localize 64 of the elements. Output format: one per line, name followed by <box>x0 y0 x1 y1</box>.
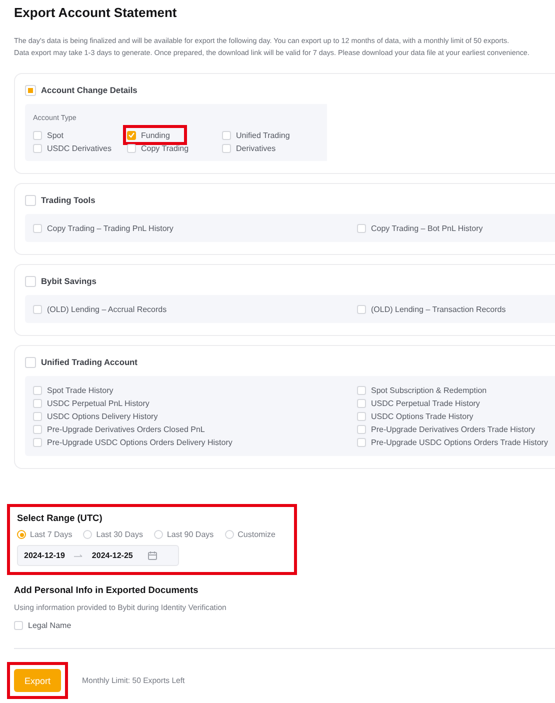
radio-button[interactable] <box>83 530 92 539</box>
option-label: USDC Perpetual PnL History <box>47 398 150 408</box>
checkbox[interactable] <box>127 130 136 140</box>
section-title: Trading Tools <box>41 195 96 205</box>
checkbox[interactable] <box>25 356 36 368</box>
option-label: USDC Options Delivery History <box>47 412 158 420</box>
option-label: Spot Subscription & Redemption <box>371 386 487 394</box>
checkbox[interactable] <box>33 412 42 420</box>
checkbox[interactable] <box>25 194 36 206</box>
radio-button[interactable] <box>154 530 163 539</box>
option-label: Derivatives <box>236 144 276 152</box>
checkbox[interactable] <box>33 130 42 140</box>
radio-label: Last 90 Days <box>166 530 214 539</box>
checkbox[interactable] <box>357 224 366 232</box>
option-label: Funding <box>141 130 170 140</box>
radio-button[interactable] <box>17 530 26 539</box>
radio-label: Customize <box>238 530 276 539</box>
section-title: Account Change Details <box>41 85 138 95</box>
checkbox[interactable] <box>33 424 42 434</box>
section-heading: Select Range (UTC) <box>17 513 104 523</box>
radio-label: Last 30 Days <box>96 530 143 539</box>
checkbox[interactable] <box>357 304 366 314</box>
checkbox[interactable] <box>357 412 366 420</box>
check-icon <box>128 132 135 138</box>
option-label: Copy Trading – Bot PnL History <box>371 224 483 232</box>
checkbox[interactable] <box>25 84 36 96</box>
checkbox[interactable] <box>222 130 231 140</box>
radio-button[interactable] <box>224 530 234 539</box>
option-label: Spot <box>47 130 64 140</box>
checkbox[interactable] <box>357 386 366 394</box>
section-title: Unified Trading Account <box>41 357 138 367</box>
option-label: Unified Trading <box>236 130 290 140</box>
checkbox[interactable] <box>33 144 42 152</box>
page-title: Export Account Statement <box>14 5 178 21</box>
checkbox[interactable] <box>33 224 42 232</box>
checkbox[interactable] <box>33 398 42 408</box>
radio-label: Last 7 Days <box>30 530 72 539</box>
checkbox[interactable] <box>33 438 42 446</box>
checkbox[interactable] <box>25 276 36 286</box>
option-label: (OLD) Lending – Transaction Records <box>371 304 506 314</box>
option-label: Copy Trading – Trading PnL History <box>47 224 174 232</box>
arrow-icon <box>74 554 83 558</box>
option-label: Pre-Upgrade USDC Options Orders Trade History <box>371 438 548 446</box>
option-label: Spot Trade History <box>47 386 114 394</box>
checkbox[interactable] <box>357 424 366 434</box>
option-label: (OLD) Lending – Accrual Records <box>47 304 167 314</box>
section-heading: Add Personal Info in Exported Documents <box>14 585 200 595</box>
option-label: USDC Derivatives <box>47 144 112 152</box>
option-label: USDC Options Trade History <box>371 412 474 420</box>
checkbox[interactable] <box>357 438 366 446</box>
option-label: Pre-Upgrade Derivatives Orders Trade History <box>371 424 536 434</box>
date-range-field[interactable]: 2024-12-19 2024-12-25 <box>17 545 179 566</box>
option-label: Copy Trading <box>141 144 189 152</box>
calendar-icon <box>148 551 157 560</box>
checkbox[interactable] <box>222 144 231 152</box>
checkbox[interactable] <box>33 304 42 314</box>
checkbox[interactable] <box>357 398 366 408</box>
option-label: USDC Perpetual Trade History <box>371 398 480 408</box>
checkbox[interactable] <box>33 386 42 394</box>
option-label: Pre-Upgrade Derivatives Orders Closed PnL <box>47 424 205 434</box>
checkbox[interactable] <box>14 620 23 630</box>
option-label: Legal Name <box>28 620 72 630</box>
option-label: Pre-Upgrade USDC Options Orders Delivery History <box>47 438 232 446</box>
section-title: Bybit Savings <box>41 276 96 286</box>
